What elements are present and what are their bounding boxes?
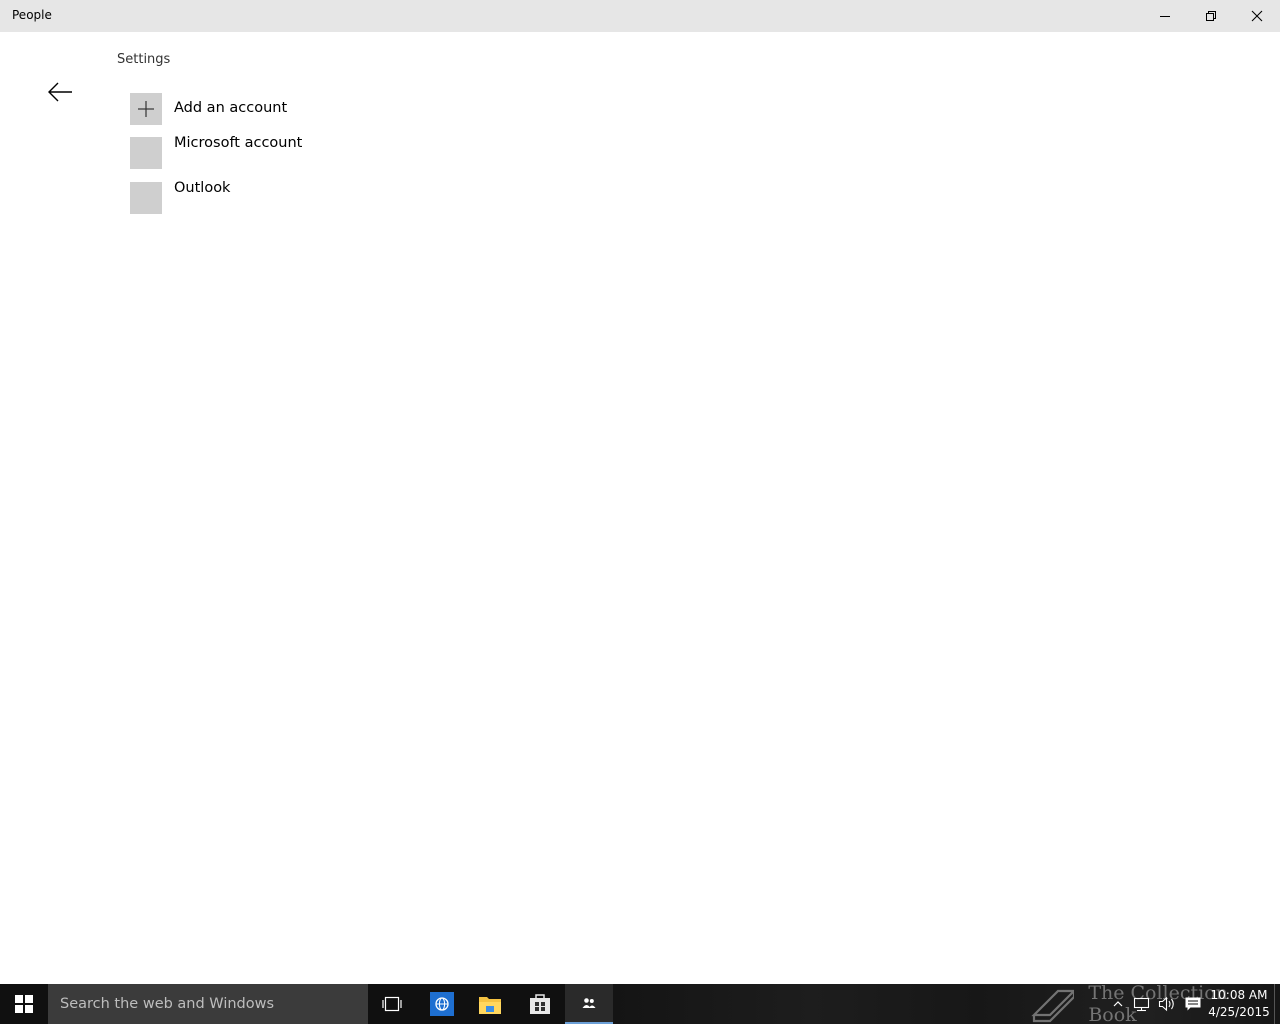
minimize-button[interactable]: [1142, 0, 1188, 32]
account-label: Outlook: [174, 180, 231, 196]
account-avatar-tile: [130, 182, 162, 214]
account-item-microsoft[interactable]: Microsoft account: [130, 135, 390, 171]
search-input[interactable]: [48, 984, 368, 1024]
account-label: Add an account: [174, 100, 288, 116]
book-icon: [1031, 989, 1075, 1023]
back-button[interactable]: [44, 78, 76, 106]
notification-icon: [1185, 997, 1201, 1011]
show-desktop-button[interactable]: [1274, 984, 1280, 1024]
restore-button[interactable]: [1188, 0, 1234, 32]
clock-time: 10:08 AM: [1210, 988, 1268, 1002]
internet-explorer-button[interactable]: [418, 984, 466, 1024]
network-icon: [1133, 997, 1150, 1012]
network-button[interactable]: [1130, 984, 1154, 1024]
volume-button[interactable]: [1155, 984, 1179, 1024]
show-hidden-icons-button[interactable]: [1106, 984, 1130, 1024]
clock[interactable]: 10:08 AM 4/25/2015: [1208, 987, 1270, 1021]
volume-icon: [1158, 996, 1174, 1012]
file-explorer-button[interactable]: [466, 984, 514, 1024]
windows-logo-icon: [15, 995, 33, 1013]
chevron-up-icon: [1113, 1001, 1123, 1007]
page-title: Settings: [117, 52, 171, 67]
back-arrow-icon: [48, 82, 72, 102]
add-account-button[interactable]: Add an account: [130, 93, 390, 127]
internet-explorer-icon: [430, 992, 454, 1016]
store-icon: [530, 994, 550, 1014]
account-item-outlook[interactable]: Outlook: [130, 180, 390, 216]
folder-icon: [479, 997, 501, 1014]
people-icon: [582, 998, 596, 1008]
task-view-button[interactable]: [368, 984, 416, 1024]
start-button[interactable]: [0, 984, 48, 1024]
close-icon: [1251, 10, 1263, 22]
title-bar: People: [0, 0, 1280, 32]
restore-icon: [1206, 11, 1216, 21]
add-account-tile: [130, 93, 162, 125]
taskbar: The Collection Book 10:08 AM 4/25/2015: [0, 982, 1280, 1026]
action-center-button[interactable]: [1181, 984, 1205, 1024]
window-title: People: [12, 8, 52, 22]
minimize-icon: [1160, 16, 1170, 17]
search-box[interactable]: [48, 984, 368, 1024]
close-button[interactable]: [1234, 0, 1280, 32]
account-label: Microsoft account: [174, 135, 303, 151]
store-button[interactable]: [516, 984, 564, 1024]
clock-date: 4/25/2015: [1208, 1005, 1270, 1019]
people-app-button[interactable]: [565, 984, 613, 1024]
account-avatar-tile: [130, 137, 162, 169]
task-view-icon: [382, 996, 402, 1012]
plus-icon: [138, 101, 154, 117]
